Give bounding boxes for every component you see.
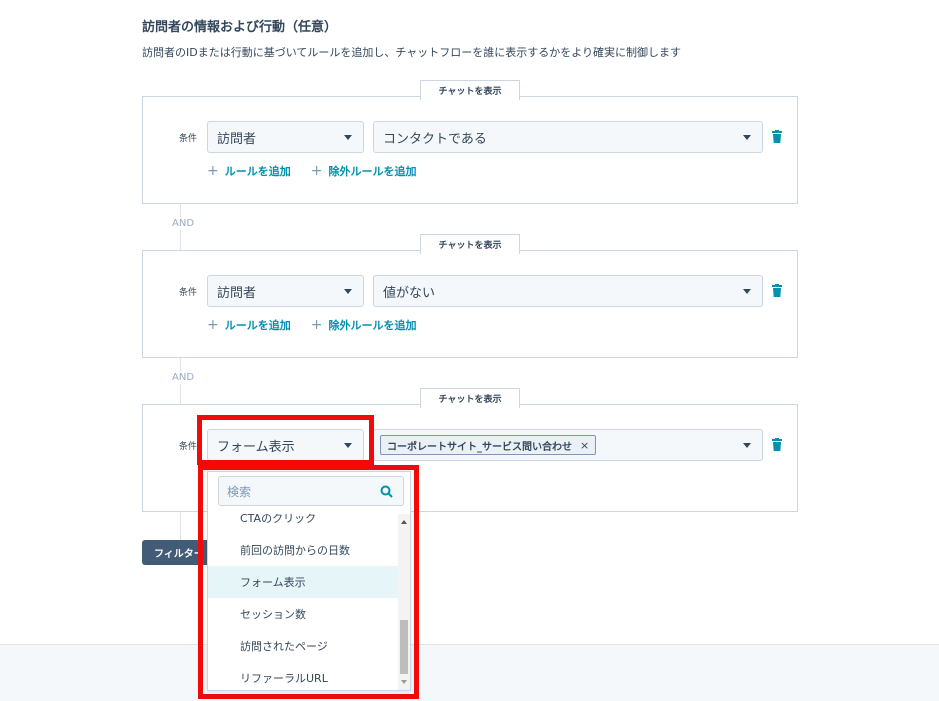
field-select[interactable]: 訪問者	[207, 121, 364, 153]
close-icon[interactable]: ×	[580, 439, 589, 452]
footer-bar	[0, 644, 939, 701]
field-select-value: 訪問者	[217, 131, 257, 147]
plus-icon: +	[207, 163, 219, 179]
add-rule-label: ルールを追加	[224, 165, 291, 178]
chevron-down-icon	[344, 289, 352, 294]
value-tag: コーポレートサイト_サービス問い合わせ ×	[380, 435, 597, 455]
chevron-down-icon	[743, 443, 751, 448]
value-select[interactable]: 値がない	[373, 275, 763, 307]
chevron-down-icon	[743, 289, 751, 294]
group-1-tab: チャットを表示	[420, 80, 520, 100]
value-select-value: 値がない	[383, 285, 436, 301]
group-3-tab: チャットを表示	[420, 388, 520, 408]
value-select-value: コンタクトである	[383, 131, 487, 147]
section-description: 訪問者のIDまたは行動に基づいてルールを追加し、チャットフローを誰に表示するかを…	[142, 46, 682, 59]
plus-icon: +	[207, 317, 219, 333]
rule-group-1: 条件 訪問者 コンタクトである + ルールを追加 + 除外ルールを追加	[142, 96, 798, 204]
rule-group-2: 条件 訪問者 値がない + ルールを追加 + 除外ルールを追加	[142, 250, 798, 358]
add-exclude-rule-label: 除外ルールを追加	[328, 319, 417, 332]
field-select[interactable]: 訪問者	[207, 275, 364, 307]
plus-icon: +	[310, 317, 323, 333]
add-rule-label: ルールを追加	[224, 319, 291, 332]
section-title: 訪問者の情報および行動（任意）	[142, 20, 338, 35]
add-exclude-rule-label: 除外ルールを追加	[328, 165, 417, 178]
add-exclude-rule-link[interactable]: + 除外ルールを追加	[311, 317, 417, 333]
and-label: AND	[172, 217, 195, 230]
add-exclude-rule-link[interactable]: + 除外ルールを追加	[311, 163, 417, 179]
value-select[interactable]: コーポレートサイト_サービス問い合わせ ×	[373, 429, 763, 461]
chevron-down-icon	[344, 135, 352, 140]
add-rule-links: + ルールを追加 + 除外ルールを追加	[207, 317, 416, 333]
highlight-box-dropdown	[198, 465, 419, 699]
plus-icon: +	[310, 163, 323, 179]
highlight-box-field-select	[197, 415, 374, 465]
condition-label: 条件	[179, 442, 198, 452]
and-label: AND	[172, 371, 195, 384]
value-tag-label: コーポレートサイト_サービス問い合わせ	[387, 441, 572, 453]
trash-icon[interactable]	[771, 284, 783, 298]
trash-icon[interactable]	[771, 130, 783, 144]
add-rule-link[interactable]: + ルールを追加	[207, 317, 291, 333]
value-select[interactable]: コンタクトである	[373, 121, 763, 153]
field-select-value: 訪問者	[217, 285, 257, 301]
chevron-down-icon	[743, 135, 751, 140]
trash-icon[interactable]	[771, 438, 783, 452]
condition-label: 条件	[179, 288, 198, 298]
condition-label: 条件	[179, 134, 198, 144]
group-2-tab: チャットを表示	[420, 234, 520, 254]
add-rule-link[interactable]: + ルールを追加	[207, 163, 291, 179]
add-rule-links: + ルールを追加 + 除外ルールを追加	[207, 163, 416, 179]
